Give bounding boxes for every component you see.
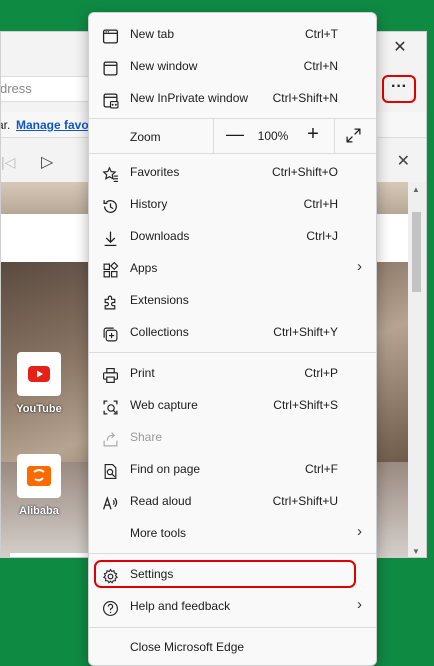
menu-item-help-and-feedback[interactable]: Help and feedback ›	[89, 591, 376, 623]
menu-item-shortcut: Ctrl+H	[303, 197, 338, 211]
menu-item-shortcut: Ctrl+Shift+S	[273, 398, 338, 412]
menu-item-label: New InPrivate window	[130, 91, 249, 105]
history-icon	[101, 197, 119, 215]
chevron-right-icon: ›	[357, 596, 362, 613]
menu-item-web-capture[interactable]: Web capture Ctrl+Shift+S	[89, 390, 376, 422]
menu-item-label: New window	[130, 59, 198, 73]
menu-item-label: Find on page	[130, 462, 201, 476]
menu-item-label: More tools	[130, 526, 187, 540]
zoom-level: 100%	[257, 129, 289, 143]
menu-item-label: Apps	[130, 261, 158, 275]
menu-item-label: Help and feedback	[130, 599, 231, 613]
settings-and-more-menu: New tab Ctrl+T New window Ctrl+N New InP…	[88, 12, 377, 666]
read-aloud-icon	[101, 494, 119, 512]
menu-separator	[89, 553, 376, 554]
menu-item-label: Web capture	[130, 398, 198, 412]
menu-item-extensions[interactable]: Extensions	[89, 285, 376, 317]
menu-separator	[89, 627, 376, 628]
menu-item-label: Extensions	[130, 293, 189, 307]
menu-item-label: History	[130, 197, 168, 211]
scroll-thumb[interactable]	[412, 212, 421, 292]
download-icon	[101, 229, 119, 247]
menu-item-shortcut: Ctrl+Shift+N	[272, 91, 338, 105]
menu-separator	[89, 352, 376, 353]
zoom-in-button[interactable]: +	[302, 123, 324, 146]
web-capture-icon	[101, 398, 119, 416]
menu-item-label: Downloads	[130, 229, 190, 243]
menu-item-find-on-page[interactable]: Find on page Ctrl+F	[89, 454, 376, 486]
menu-item-shortcut: Ctrl+Shift+U	[272, 494, 338, 508]
menu-item-shortcut: Ctrl+F	[305, 462, 338, 476]
youtube-tile[interactable]	[17, 352, 61, 396]
menu-item-shortcut: Ctrl+N	[303, 59, 338, 73]
zoom-label: Zoom	[130, 130, 161, 144]
favorites-icon	[101, 165, 119, 183]
menu-item-shortcut: Ctrl+Shift+Y	[273, 325, 338, 339]
scrollbar[interactable]: ▲ ▼	[408, 182, 426, 557]
settings-highlight	[94, 560, 356, 588]
bottom-bar	[9, 552, 99, 557]
menu-item-label: Collections	[130, 325, 189, 339]
menu-separator	[89, 153, 376, 154]
menu-item-shortcut: Ctrl+J	[306, 229, 338, 243]
window-close-button[interactable]: ✕	[390, 38, 410, 58]
help-icon	[101, 599, 119, 617]
new-window-icon	[101, 59, 119, 77]
menu-item-label: New tab	[130, 27, 175, 41]
menu-item-new-window[interactable]: New window Ctrl+N	[89, 51, 376, 83]
menu-item-shortcut: Ctrl+T	[305, 27, 338, 41]
menu-item-share[interactable]: Share	[89, 422, 376, 454]
menu-item-shortcut: Ctrl+P	[304, 366, 338, 380]
previous-track-icon[interactable]: |◁	[1, 154, 15, 171]
menu-item-label: Read aloud	[130, 494, 192, 508]
zoom-divider	[334, 118, 335, 153]
menu-item-apps[interactable]: Apps ›	[89, 253, 376, 285]
share-icon	[101, 430, 119, 448]
collections-icon	[101, 325, 119, 343]
menu-item-collections[interactable]: Collections Ctrl+Shift+Y	[89, 317, 376, 349]
scroll-up-icon[interactable]: ▲	[412, 185, 420, 194]
alibaba-label: Alibaba	[19, 505, 59, 517]
menu-item-label: Share	[130, 430, 163, 444]
new-tab-icon	[101, 27, 119, 45]
settings-and-more-button[interactable]: ···	[382, 75, 416, 103]
extensions-icon	[101, 293, 119, 311]
zoom-row: Zoom — 100% +	[89, 118, 376, 153]
inprivate-icon	[101, 91, 119, 109]
menu-item-new-inprivate-window[interactable]: New InPrivate window Ctrl+Shift+N	[89, 83, 376, 115]
fullscreen-icon[interactable]	[345, 127, 363, 145]
menu-item-read-aloud[interactable]: Read aloud Ctrl+Shift+U	[89, 486, 376, 518]
alibaba-icon	[27, 466, 51, 486]
menu-item-history[interactable]: History Ctrl+H	[89, 189, 376, 221]
menu-item-more-tools[interactable]: More tools ›	[89, 518, 376, 550]
youtube-label: YouTube	[16, 403, 62, 415]
menu-item-favorites[interactable]: Favorites Ctrl+Shift+O	[89, 157, 376, 189]
manage-favorites-link[interactable]: Manage favo	[16, 112, 89, 138]
media-close-icon[interactable]: ✕	[397, 151, 410, 171]
alibaba-tile[interactable]	[17, 454, 61, 498]
menu-item-label: Print	[130, 366, 155, 380]
chevron-right-icon: ›	[357, 523, 362, 540]
print-icon	[101, 366, 119, 384]
favorites-bar-text: ar.	[1, 118, 11, 132]
youtube-icon	[28, 366, 50, 382]
zoom-out-button[interactable]: —	[225, 124, 245, 145]
scroll-down-icon[interactable]: ▼	[412, 547, 420, 556]
menu-item-label: Favorites	[130, 165, 180, 179]
apps-icon	[101, 261, 119, 279]
chevron-right-icon: ›	[357, 258, 362, 275]
menu-item-close-edge[interactable]: Close Microsoft Edge	[89, 632, 376, 664]
menu-item-print[interactable]: Print Ctrl+P	[89, 358, 376, 390]
menu-item-shortcut: Ctrl+Shift+O	[271, 165, 338, 179]
play-icon[interactable]: ▷	[41, 152, 53, 172]
menu-item-downloads[interactable]: Downloads Ctrl+J	[89, 221, 376, 253]
zoom-divider	[213, 118, 214, 153]
menu-item-new-tab[interactable]: New tab Ctrl+T	[89, 19, 376, 51]
menu-item-label: Close Microsoft Edge	[130, 640, 245, 654]
find-icon	[101, 462, 119, 480]
